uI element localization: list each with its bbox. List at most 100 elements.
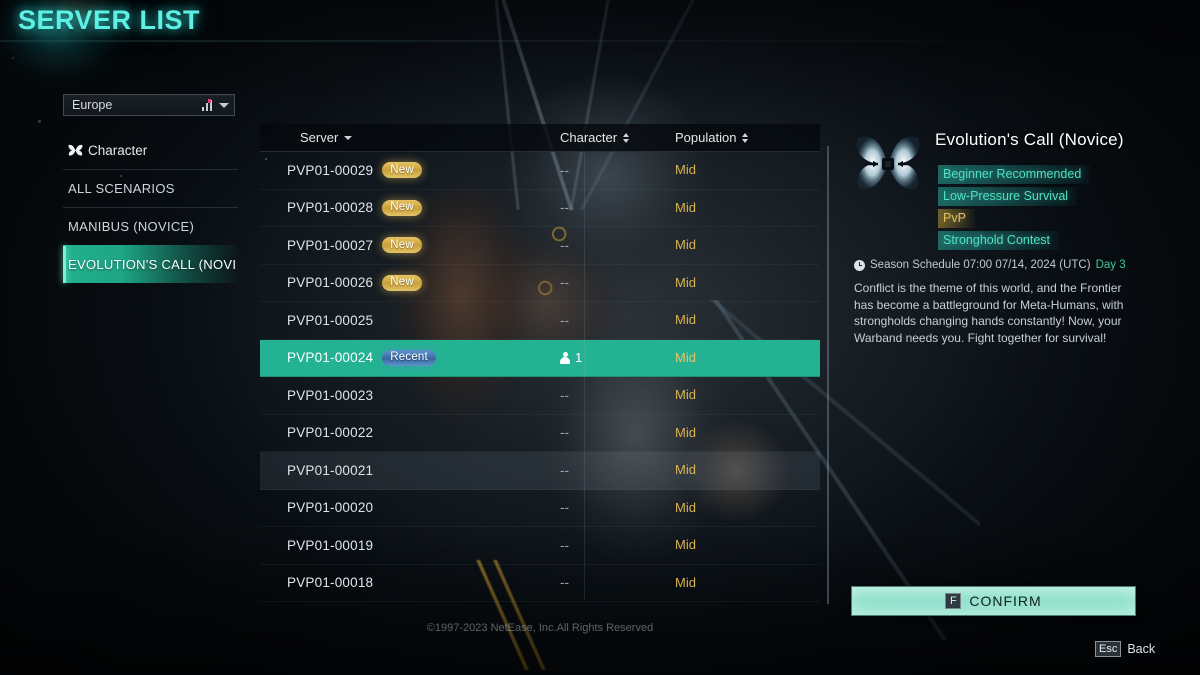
cell-character: -- xyxy=(560,575,675,590)
sidebar-item-evolutions-call-novice[interactable]: EVOLUTION'S CALL (NOVI xyxy=(63,245,238,283)
server-name: PVP01-00020 xyxy=(287,500,374,516)
cell-population: Mid xyxy=(675,349,820,367)
cell-server: PVP01-00028 New xyxy=(260,199,560,216)
sidebar-item-label: MANIBUS (NOVICE) xyxy=(68,219,195,234)
status-badge: New xyxy=(382,274,422,291)
season-schedule: Season Schedule 07:00 07/14, 2024 (UTC) … xyxy=(854,259,1151,271)
region-dropdown[interactable]: Europe xyxy=(63,94,235,116)
table-row[interactable]: PVP01-00025 -- Mid xyxy=(260,302,820,340)
server-name: PVP01-00019 xyxy=(287,537,374,553)
confirm-button[interactable]: F CONFIRM xyxy=(851,586,1136,616)
status-badge: New xyxy=(382,162,422,179)
sidebar-item-character[interactable]: Character xyxy=(63,131,238,169)
table-row[interactable]: PVP01-00018 -- Mid xyxy=(260,565,820,602)
moth-emblem-icon xyxy=(856,136,920,189)
sidebar-item-label: ALL SCENARIOS xyxy=(68,181,175,196)
table-row[interactable]: PVP01-00023 -- Mid xyxy=(260,377,820,415)
cell-server: PVP01-00020 xyxy=(260,500,560,515)
key-badge-f: F xyxy=(945,593,962,609)
cell-server: PVP01-00018 xyxy=(260,575,560,590)
back-button[interactable]: Esc Back xyxy=(1095,641,1155,657)
server-name: PVP01-00028 xyxy=(287,200,374,216)
column-header-character[interactable]: Character xyxy=(560,130,675,145)
sidebar-item-all-scenarios[interactable]: ALL SCENARIOS xyxy=(63,169,238,207)
column-header-server-label: Server xyxy=(300,130,339,145)
cell-character: -- xyxy=(560,313,675,328)
chevron-down-icon xyxy=(344,135,353,140)
column-header-population-label: Population xyxy=(675,130,737,145)
server-name: PVP01-00027 xyxy=(287,237,374,253)
cell-population: Mid xyxy=(675,424,820,442)
table-body: PVP01-00029 New -- Mid PVP01-00028 New -- Mid PV… xyxy=(260,152,820,602)
server-name: PVP01-00026 xyxy=(287,275,374,291)
cell-server: PVP01-00022 xyxy=(260,425,560,440)
server-name: PVP01-00021 xyxy=(287,462,374,478)
population-value: Mid xyxy=(675,349,696,365)
clock-icon xyxy=(854,259,865,271)
column-header-server[interactable]: Server xyxy=(260,130,560,145)
key-badge-esc: Esc xyxy=(1095,641,1122,657)
cell-character: -- xyxy=(560,163,675,178)
table-row[interactable]: PVP01-00022 -- Mid xyxy=(260,415,820,452)
cell-population: Mid xyxy=(675,199,820,217)
detail-description: Conflict is the theme of this world, and… xyxy=(854,281,1124,345)
cell-population: Mid xyxy=(675,311,820,329)
region-dropdown-value: Europe xyxy=(72,98,113,112)
server-name: PVP01-00024 xyxy=(287,350,374,366)
detail-tag-list: Beginner Recommended Low-Pressure Surviv… xyxy=(938,165,1151,253)
character-empty: -- xyxy=(560,500,569,516)
detail-title: Evolution's Call (Novice) xyxy=(935,130,1124,149)
table-row[interactable]: PVP01-00029 New -- Mid xyxy=(260,152,820,190)
table-row[interactable]: PVP01-00019 -- Mid xyxy=(260,527,820,565)
population-value: Mid xyxy=(675,462,696,478)
sort-updown-icon xyxy=(742,132,749,143)
table-row[interactable]: PVP01-00028 New -- Mid xyxy=(260,190,820,227)
cell-server: PVP01-00027 New xyxy=(260,237,560,254)
population-value: Mid xyxy=(675,537,696,553)
server-name: PVP01-00018 xyxy=(287,575,374,591)
table-scrollbar[interactable] xyxy=(827,146,829,604)
copyright-notice: ©1997-2023 NetEase, Inc.All Rights Reser… xyxy=(426,622,654,634)
population-value: Mid xyxy=(675,274,696,290)
cell-character: -- xyxy=(560,538,675,553)
table-row[interactable]: PVP01-00021 -- Mid xyxy=(260,452,820,490)
status-badge: Recent xyxy=(382,349,436,366)
back-button-label: Back xyxy=(1127,642,1156,656)
character-empty: -- xyxy=(560,275,569,291)
character-empty: -- xyxy=(560,425,569,441)
tag-low-pressure-survival: Low-Pressure Survival xyxy=(938,187,1078,206)
character-empty: -- xyxy=(560,237,569,253)
sidebar-item-label: EVOLUTION'S CALL (NOVI xyxy=(68,257,237,272)
cell-character: -- xyxy=(560,200,675,215)
sort-updown-icon xyxy=(623,132,630,143)
server-table: Server Character Population PVP01-00029 N… xyxy=(260,124,820,602)
status-badge: New xyxy=(382,199,422,216)
cell-population: Mid xyxy=(675,274,820,292)
cell-character: -- xyxy=(560,500,675,515)
character-empty: -- xyxy=(560,312,569,328)
sidebar: Character ALL SCENARIOS MANIBUS (NOVICE)… xyxy=(63,131,238,283)
table-row[interactable]: PVP01-00020 -- Mid xyxy=(260,490,820,527)
population-value: Mid xyxy=(675,312,696,328)
character-empty: -- xyxy=(560,200,569,216)
cell-population: Mid xyxy=(675,536,820,554)
cell-character: -- xyxy=(560,238,675,253)
character-empty: -- xyxy=(560,575,569,591)
population-value: Mid xyxy=(675,499,696,515)
cell-server: PVP01-00021 xyxy=(260,463,560,478)
sidebar-item-manibus-novice[interactable]: MANIBUS (NOVICE) xyxy=(63,207,238,245)
population-value: Mid xyxy=(675,237,696,253)
table-row[interactable]: PVP01-00024 Recent 1 Mid xyxy=(260,339,820,377)
population-value: Mid xyxy=(675,424,696,440)
character-empty: -- xyxy=(560,162,569,178)
season-schedule-day: Day 3 xyxy=(1095,259,1126,271)
sidebar-item-label: Character xyxy=(88,142,148,158)
table-row[interactable]: PVP01-00026 New -- Mid xyxy=(260,265,820,302)
cell-character: -- xyxy=(560,463,675,478)
cell-population: Mid xyxy=(675,461,820,479)
season-schedule-label: Season Schedule 07:00 07/14, 2024 (UTC) xyxy=(870,259,1091,271)
table-row[interactable]: PVP01-00027 New -- Mid xyxy=(260,227,820,265)
column-header-population[interactable]: Population xyxy=(675,130,820,145)
character-empty: -- xyxy=(560,462,569,478)
cell-server: PVP01-00026 New xyxy=(260,274,560,291)
